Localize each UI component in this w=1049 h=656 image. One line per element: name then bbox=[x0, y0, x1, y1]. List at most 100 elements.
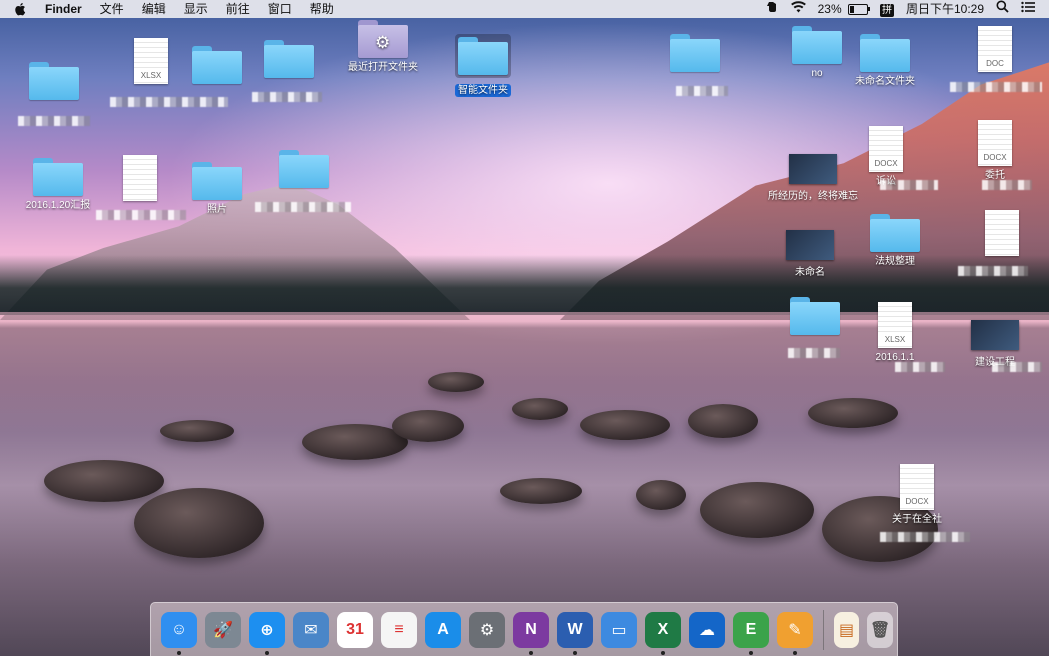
dock-app-mail[interactable]: ✉ bbox=[293, 611, 329, 648]
desktop-docx-file[interactable]: DOCX 关于在全社 bbox=[867, 464, 967, 526]
battery-status[interactable]: 23% bbox=[812, 0, 874, 18]
desktop-doc-file[interactable]: DOC bbox=[945, 26, 1045, 72]
desktop-untitled-folder[interactable]: 未命名文件夹 bbox=[835, 34, 935, 88]
docx-document-icon: DOCX bbox=[978, 120, 1012, 166]
word-icon: W bbox=[567, 620, 583, 638]
dock-app-keynote[interactable]: ▭ bbox=[601, 611, 637, 648]
launchpad-icon: 🚀 bbox=[213, 621, 233, 639]
dock-trash[interactable]: 🗑 bbox=[867, 611, 893, 648]
folder-icon bbox=[670, 34, 720, 72]
desktop-item-label: 照片 bbox=[207, 204, 227, 215]
running-indicator bbox=[749, 650, 753, 655]
finder-icon: ☺ bbox=[170, 620, 188, 638]
text-document-icon bbox=[985, 210, 1019, 256]
doc-document-icon: DOC bbox=[978, 26, 1012, 72]
input-method-icon: 拼 bbox=[879, 4, 894, 17]
menu-go[interactable]: 前往 bbox=[217, 0, 259, 18]
menu-bar: Finder 文件 编辑 显示 前往 窗口 帮助 23% 拼 周日下午10:29 bbox=[0, 0, 1049, 18]
desktop-smart-folder[interactable]: 智能文件夹 bbox=[433, 34, 533, 101]
dock-app-launchpad[interactable]: 🚀 bbox=[205, 611, 241, 648]
image-thumbnail-icon bbox=[971, 320, 1019, 350]
folder-icon bbox=[870, 214, 920, 252]
spotlight-search-icon[interactable] bbox=[990, 0, 1015, 18]
calendar-icon: 31 bbox=[346, 620, 364, 638]
wallpaper-rock bbox=[700, 482, 814, 538]
desktop-item-label: 法规整理 bbox=[875, 256, 915, 267]
gear-icon: ⚙ bbox=[375, 33, 391, 52]
dock-app-evernote[interactable]: E bbox=[733, 611, 769, 655]
desktop-item-label: 未命名文件夹 bbox=[855, 76, 915, 87]
wallpaper-rock bbox=[500, 478, 582, 504]
desktop-recent-folder[interactable]: ⚙ 最近打开文件夹 bbox=[333, 20, 433, 74]
dock-downloads-stack[interactable]: ▤ bbox=[833, 611, 860, 648]
menu-help[interactable]: 帮助 bbox=[301, 0, 343, 18]
evernote-icon: E bbox=[745, 620, 757, 638]
trash-icon: 🗑 bbox=[870, 621, 891, 639]
docx-document-icon: DOCX bbox=[869, 126, 903, 172]
reminders-icon: ≡ bbox=[394, 620, 404, 638]
menu-clock[interactable]: 周日下午10:29 bbox=[900, 0, 990, 18]
dock-separator bbox=[823, 609, 824, 650]
desktop-regulations-folder[interactable]: 法规整理 bbox=[845, 214, 945, 268]
desktop-photos-folder[interactable]: 照片 bbox=[167, 162, 267, 216]
desktop-folder[interactable] bbox=[4, 62, 104, 100]
dock-app-reminders[interactable]: ≡ bbox=[381, 611, 417, 648]
folder-icon bbox=[458, 37, 508, 75]
battery-percent: 23% bbox=[817, 2, 842, 16]
smart-folder-icon: ⚙ bbox=[358, 20, 408, 58]
dock-app-onenote[interactable]: N bbox=[513, 611, 549, 655]
battery-icon bbox=[847, 4, 870, 16]
apple-icon[interactable] bbox=[14, 2, 28, 16]
redacted-label bbox=[992, 362, 1042, 372]
dock-app-app-store[interactable]: A bbox=[425, 611, 461, 648]
input-method-menu[interactable]: 拼 bbox=[874, 0, 900, 18]
menu-file[interactable]: 文件 bbox=[91, 0, 133, 18]
redacted-label bbox=[880, 180, 938, 190]
desktop-docx-file[interactable]: DOCX 诉讼 bbox=[836, 126, 936, 188]
dock-app-pages[interactable]: ✎ bbox=[777, 611, 813, 655]
dock-app-onedrive[interactable]: ☁ bbox=[689, 611, 725, 648]
menu-view[interactable]: 显示 bbox=[175, 0, 217, 18]
stack-icon: ▤ bbox=[838, 621, 855, 639]
pages-icon: ✎ bbox=[788, 621, 802, 639]
dock-app-word[interactable]: W bbox=[557, 611, 593, 655]
menu-window[interactable]: 窗口 bbox=[259, 0, 301, 18]
desktop-folder[interactable] bbox=[254, 150, 354, 188]
dock-app-finder[interactable]: ☺ bbox=[161, 611, 197, 655]
text-document-icon bbox=[123, 155, 157, 201]
dock-app-system-preferences[interactable]: ⚙ bbox=[469, 611, 505, 648]
evernote-status-icon[interactable] bbox=[760, 0, 785, 18]
wifi-icon[interactable] bbox=[785, 0, 812, 18]
desktop-folder[interactable] bbox=[645, 34, 745, 72]
desktop-xlsx-file[interactable]: XLSX 2016.1.1 bbox=[845, 302, 945, 364]
dock-app-excel[interactable]: X bbox=[645, 611, 681, 655]
desktop-image-file[interactable]: 建设工程 bbox=[945, 314, 1045, 369]
running-indicator bbox=[793, 650, 797, 655]
keynote-icon: ▭ bbox=[611, 621, 627, 639]
selection-highlight bbox=[455, 34, 511, 78]
dock-app-safari[interactable]: ⊕ bbox=[249, 611, 285, 655]
folder-icon bbox=[860, 34, 910, 72]
redacted-label bbox=[676, 86, 728, 96]
redacted-label bbox=[982, 180, 1032, 190]
image-thumbnail-icon bbox=[789, 154, 837, 184]
dock: ☺ 🚀 ⊕ ✉ 31 ≡ A ⚙ N W ▭ X ☁ E ✎ ▤ 🗑 bbox=[150, 602, 898, 656]
battery-level-fill bbox=[849, 6, 854, 14]
notification-center-icon[interactable] bbox=[1015, 0, 1041, 18]
menu-finder[interactable]: Finder bbox=[36, 0, 91, 18]
redacted-label bbox=[110, 97, 228, 107]
menu-edit[interactable]: 编辑 bbox=[133, 0, 175, 18]
wallpaper-rock bbox=[428, 372, 484, 392]
wallpaper-rock bbox=[636, 480, 686, 510]
desktop-document-file[interactable] bbox=[952, 210, 1049, 256]
running-indicator bbox=[265, 650, 269, 655]
desktop-item-label: 关于在全社 bbox=[892, 514, 942, 525]
xlsx-document-icon: XLSX bbox=[134, 38, 168, 84]
desktop-docx-file[interactable]: DOCX 委托 bbox=[945, 120, 1045, 182]
xlsx-document-icon: XLSX bbox=[878, 302, 912, 348]
dock-app-calendar[interactable]: 31 bbox=[337, 611, 373, 648]
folder-icon bbox=[264, 40, 314, 78]
onenote-icon: N bbox=[525, 620, 537, 638]
folder-icon bbox=[279, 150, 329, 188]
desktop-folder[interactable] bbox=[239, 40, 339, 78]
